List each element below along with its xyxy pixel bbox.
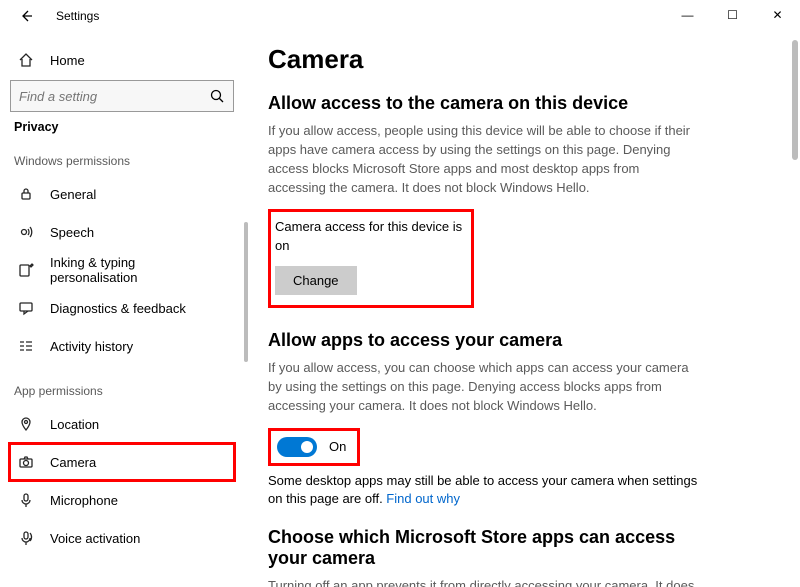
speech-icon [18,224,34,240]
maximize-icon: ☐ [727,8,738,22]
close-button[interactable]: ✕ [755,0,800,30]
back-arrow-icon [18,8,34,24]
minimize-icon: — [682,8,694,22]
back-button[interactable] [18,8,34,24]
section3-heading: Choose which Microsoft Store apps can ac… [268,527,698,569]
search-icon [209,88,225,104]
maximize-button[interactable]: ☐ [710,0,755,30]
toggle-label: On [329,439,346,454]
change-button[interactable]: Change [275,266,357,295]
section1-heading: Allow access to the camera on this devic… [268,93,770,114]
minimize-button[interactable]: — [665,0,710,30]
search-box[interactable] [10,80,234,112]
sidebar-item-home[interactable]: Home [10,42,234,78]
sidebar-item-speech[interactable]: Speech [10,214,234,250]
content-scrollbar[interactable] [792,40,798,160]
category-privacy: Privacy [14,120,234,134]
inking-icon [18,262,34,278]
location-icon [18,416,34,432]
sidebar-item-voice-activation[interactable]: Voice activation [10,520,234,556]
sidebar-item-inking[interactable]: Inking & typing personalisation [10,252,234,288]
home-icon [18,52,34,68]
section3-desc: Turning off an app prevents it from dire… [268,577,698,587]
section-app-permissions: App permissions [14,384,234,398]
search-input[interactable] [19,89,209,104]
apps-access-toggle[interactable] [277,437,317,457]
activity-icon [18,338,34,354]
highlight-apps-toggle: On [268,428,360,466]
window-title: Settings [56,9,99,23]
sidebar-item-activity-history[interactable]: Activity history [10,328,234,364]
section2-heading: Allow apps to access your camera [268,330,770,351]
sidebar-item-camera[interactable]: Camera [10,444,234,480]
close-icon: ✕ [772,8,782,22]
window-controls: — ☐ ✕ [665,0,800,30]
device-access-status: Camera access for this device is on [275,218,463,256]
find-out-why-link[interactable]: Find out why [386,491,460,506]
camera-icon [18,454,34,470]
sidebar-item-microphone[interactable]: Microphone [10,482,234,518]
page-title: Camera [268,44,770,75]
section2-desc: If you allow access, you can choose whic… [268,359,698,416]
content-pane: Camera Allow access to the camera on thi… [248,32,800,587]
feedback-icon [18,300,34,316]
voice-activation-icon [18,530,34,546]
sidebar-item-location[interactable]: Location [10,406,234,442]
sidebar-item-general[interactable]: General [10,176,234,212]
lock-icon [18,186,34,202]
section1-desc: If you allow access, people using this d… [268,122,698,197]
highlight-device-access: Camera access for this device is on Chan… [268,209,474,308]
home-label: Home [50,53,85,68]
microphone-icon [18,492,34,508]
section-windows-permissions: Windows permissions [14,154,234,168]
section2-note: Some desktop apps may still be able to a… [268,472,698,510]
sidebar-item-diagnostics[interactable]: Diagnostics & feedback [10,290,234,326]
sidebar: Home Privacy Windows permissions General… [0,32,244,587]
